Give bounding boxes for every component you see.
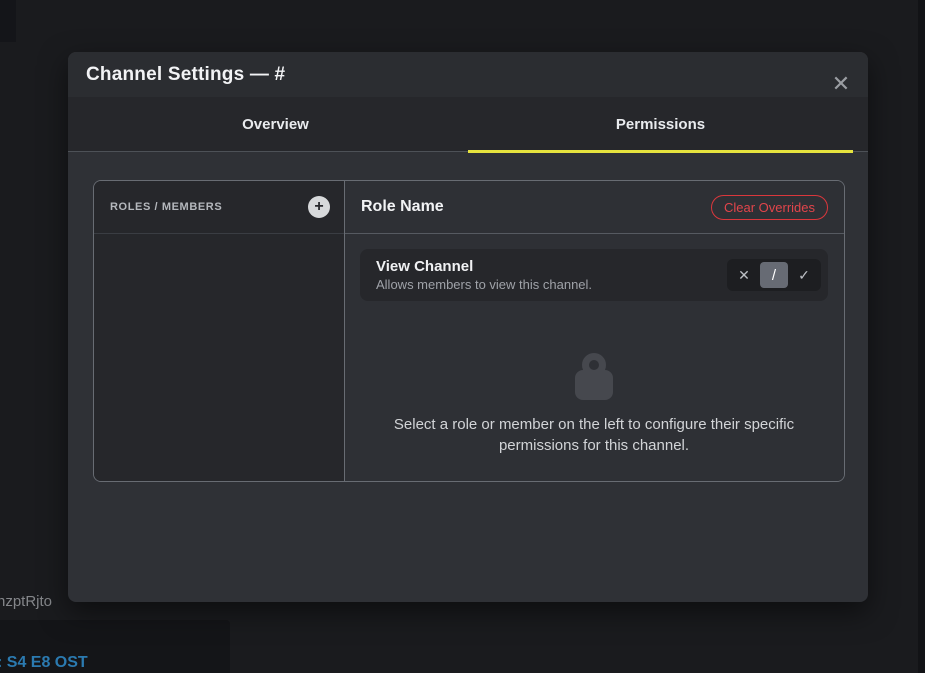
background-link-fragment[interactable]: : S4 E8 OST: [0, 654, 88, 672]
permission-name: View Channel: [376, 258, 592, 275]
permission-text-block: View Channel Allows members to view this…: [376, 258, 592, 292]
tab-bar: Overview Permissions: [68, 97, 868, 152]
neutral-slash-icon[interactable]: /: [760, 262, 788, 288]
channel-settings-modal: Channel Settings — # ✕ Overview Permissi…: [68, 52, 868, 602]
app-background: nzptRjto : S4 E8 OST Channel Settings — …: [0, 0, 925, 673]
close-icon[interactable]: ✕: [828, 71, 854, 97]
background-artifact-right-strip: [918, 0, 925, 673]
role-name-title: Role Name: [361, 198, 444, 216]
modal-header: Channel Settings — #: [68, 52, 868, 97]
background-username-fragment: nzptRjto: [0, 593, 52, 610]
empty-state-text: Select a role or member on the left to c…: [368, 414, 820, 456]
roles-members-header: ROLES / MEMBERS +: [94, 181, 344, 234]
deny-x-icon[interactable]: ✕: [730, 262, 758, 288]
lock-icon: [575, 353, 613, 400]
modal-body: ROLES / MEMBERS + Role Name Clear Overri…: [68, 152, 868, 482]
roles-members-label: ROLES / MEMBERS: [110, 201, 222, 213]
role-permissions-panel: Role Name Clear Overrides View Channel A…: [345, 181, 844, 481]
permission-description: Allows members to view this channel.: [376, 277, 592, 292]
background-artifact-topleft: [0, 0, 16, 42]
allow-check-icon[interactable]: ✓: [790, 262, 818, 288]
tab-permissions[interactable]: Permissions: [468, 97, 853, 151]
clear-overrides-button[interactable]: Clear Overrides: [711, 195, 828, 220]
role-panel-content: View Channel Allows members to view this…: [345, 234, 844, 456]
permission-row-view-channel: View Channel Allows members to view this…: [360, 249, 828, 301]
permissions-panels-container: ROLES / MEMBERS + Role Name Clear Overri…: [93, 180, 845, 482]
add-role-member-button[interactable]: +: [308, 196, 330, 218]
roles-members-panel: ROLES / MEMBERS +: [94, 181, 345, 481]
modal-title: Channel Settings — #: [86, 64, 285, 86]
role-panel-header: Role Name Clear Overrides: [345, 181, 844, 234]
tab-overview[interactable]: Overview: [83, 97, 468, 151]
permission-toggle-group: ✕ / ✓: [727, 259, 821, 291]
empty-state: Select a role or member on the left to c…: [360, 353, 828, 456]
